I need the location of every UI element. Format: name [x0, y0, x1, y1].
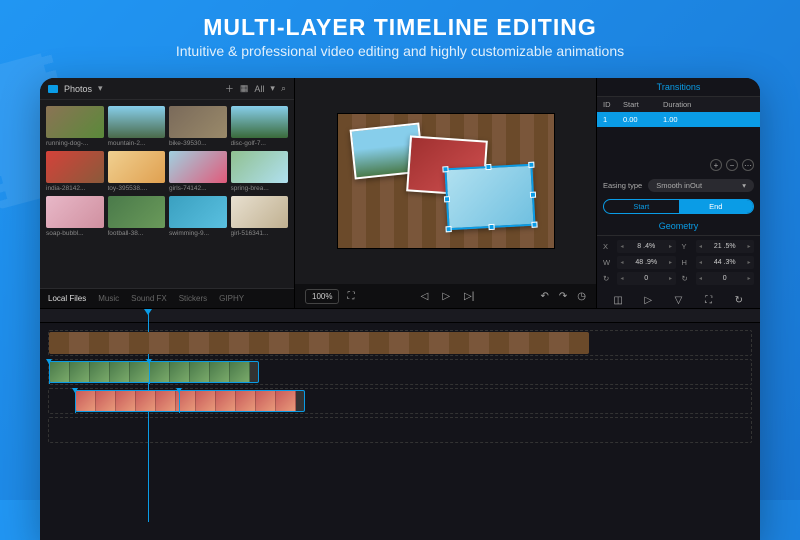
transition-options-button[interactable]: ⋯ [742, 159, 754, 171]
rotation-y-stepper[interactable]: ◂0▸ [696, 272, 755, 285]
crop-icon[interactable]: ◫ [611, 293, 625, 307]
keyframe-marker[interactable] [49, 360, 50, 384]
resize-handle[interactable] [445, 226, 451, 232]
keyframe-marker[interactable] [75, 389, 76, 413]
preview-panel: 100% ⛶ ◁ ▷ ▷| ↶ ↷ ◷ [295, 78, 596, 308]
media-header: Photos ▾ ＋ ▦ All ▾ ⌕ [40, 78, 294, 100]
headline: MULTI-LAYER TIMELINE EDITING Intuitive &… [0, 0, 800, 65]
media-thumb[interactable]: bike-39530... [169, 106, 227, 147]
canvas-area[interactable] [295, 78, 596, 284]
filter-label[interactable]: All [254, 84, 264, 94]
resize-handle[interactable] [529, 192, 535, 198]
clip-layer-a[interactable] [49, 361, 259, 383]
flip-v-icon[interactable]: ▽ [671, 293, 685, 307]
layer-photo-selected[interactable] [444, 164, 535, 231]
headline-title: MULTI-LAYER TIMELINE EDITING [20, 14, 780, 41]
headline-subtitle: Intuitive & professional video editing a… [20, 43, 780, 59]
easing-label: Easing type [603, 181, 642, 190]
timeline[interactable] [40, 308, 760, 540]
y-stepper[interactable]: ◂21 .5%▸ [696, 240, 755, 253]
track-2[interactable] [48, 359, 752, 385]
preview-controls: 100% ⛶ ◁ ▷ ▷| ↶ ↷ ◷ [295, 284, 596, 308]
media-thumb[interactable]: toy-395538.... [108, 151, 166, 192]
track-1[interactable] [48, 330, 752, 356]
w-stepper[interactable]: ◂48 .9%▸ [617, 256, 676, 269]
resize-handle[interactable] [528, 162, 534, 168]
section-title-transitions: Transitions [597, 78, 760, 97]
timer-icon[interactable]: ◷ [577, 291, 586, 302]
clip-background[interactable] [49, 332, 589, 354]
transition-row[interactable]: 1 0.00 1.00 [597, 112, 760, 127]
resize-handle[interactable] [488, 224, 494, 230]
media-panel: Photos ▾ ＋ ▦ All ▾ ⌕ running-dog-... mou… [40, 78, 295, 308]
timeline-ruler[interactable] [40, 309, 760, 323]
media-thumb[interactable]: india-28142... [46, 151, 104, 192]
remove-transition-button[interactable]: − [726, 159, 738, 171]
folder-dropdown-icon[interactable]: ▾ [98, 83, 103, 94]
resize-handle[interactable] [442, 166, 448, 172]
play-icon[interactable]: ▷ [442, 291, 450, 302]
keyframe-marker[interactable] [149, 360, 150, 384]
tab-soundfx[interactable]: Sound FX [131, 294, 167, 303]
media-grid: running-dog-... mountain-2... bike-39530… [40, 100, 294, 288]
media-thumb[interactable]: disc-golf-7... [231, 106, 289, 147]
search-icon[interactable]: ⌕ [281, 83, 286, 94]
media-thumb[interactable]: girl-516341... [231, 196, 289, 237]
prev-frame-icon[interactable]: ◁ [421, 291, 429, 302]
segment-start[interactable]: Start [604, 200, 679, 213]
tab-stickers[interactable]: Stickers [179, 294, 207, 303]
rotation-x-stepper[interactable]: ◂0▸ [617, 272, 676, 285]
filter-dropdown-icon[interactable]: ▾ [270, 83, 275, 94]
transitions-header: ID Start Duration [597, 97, 760, 112]
video-editor-window: Photos ▾ ＋ ▦ All ▾ ⌕ running-dog-... mou… [40, 78, 760, 540]
resize-handle[interactable] [443, 196, 449, 202]
clip-layer-b[interactable] [75, 390, 305, 412]
track-3[interactable] [48, 388, 752, 414]
media-thumb[interactable]: girls-74142... [169, 151, 227, 192]
add-media-button[interactable]: ＋ [225, 82, 234, 95]
add-transition-button[interactable]: + [710, 159, 722, 171]
easing-segment: Start End [603, 199, 754, 214]
undo-icon[interactable]: ↶ [540, 291, 548, 302]
section-title-geometry: Geometry [597, 217, 760, 236]
fit-icon[interactable]: ⛶ [702, 293, 716, 307]
fullscreen-icon[interactable]: ⛶ [347, 291, 354, 302]
media-thumb[interactable]: mountain-2... [108, 106, 166, 147]
media-thumb[interactable]: swimming-9... [169, 196, 227, 237]
flip-h-icon[interactable]: ▷ [641, 293, 655, 307]
media-thumb[interactable]: soap-bubbl... [46, 196, 104, 237]
h-stepper[interactable]: ◂44 .3%▸ [696, 256, 755, 269]
tab-music[interactable]: Music [98, 294, 119, 303]
keyframe-marker[interactable] [179, 389, 180, 413]
media-folder-label[interactable]: Photos [64, 84, 92, 94]
zoom-level[interactable]: 100% [305, 289, 339, 304]
x-stepper[interactable]: ◂8 .4%▸ [617, 240, 676, 253]
geometry-tools: ◫ ▷ ▽ ⛶ ↻ [597, 289, 760, 308]
segment-end[interactable]: End [679, 200, 754, 213]
track-empty[interactable] [48, 417, 752, 443]
media-thumb[interactable]: spring-brea... [231, 151, 289, 192]
tab-giphy[interactable]: GIPHY [219, 294, 244, 303]
folder-icon [48, 85, 58, 93]
redo-icon[interactable]: ↷ [559, 291, 567, 302]
rotate-icon[interactable]: ↻ [732, 293, 746, 307]
preview-canvas[interactable] [337, 113, 555, 249]
media-source-tabs: Local Files Music Sound FX Stickers GIPH… [40, 288, 294, 308]
properties-panel: Transitions ID Start Duration 1 0.00 1.0… [596, 78, 760, 308]
tab-local-files[interactable]: Local Files [48, 294, 86, 303]
resize-handle[interactable] [485, 164, 491, 170]
resize-handle[interactable] [531, 222, 537, 228]
easing-select[interactable]: Smooth inOut ▾ [648, 179, 754, 192]
next-frame-icon[interactable]: ▷| [464, 291, 474, 302]
grid-view-icon[interactable]: ▦ [240, 83, 249, 94]
media-thumb[interactable]: running-dog-... [46, 106, 104, 147]
chevron-down-icon: ▾ [742, 181, 746, 190]
media-thumb[interactable]: football-38... [108, 196, 166, 237]
